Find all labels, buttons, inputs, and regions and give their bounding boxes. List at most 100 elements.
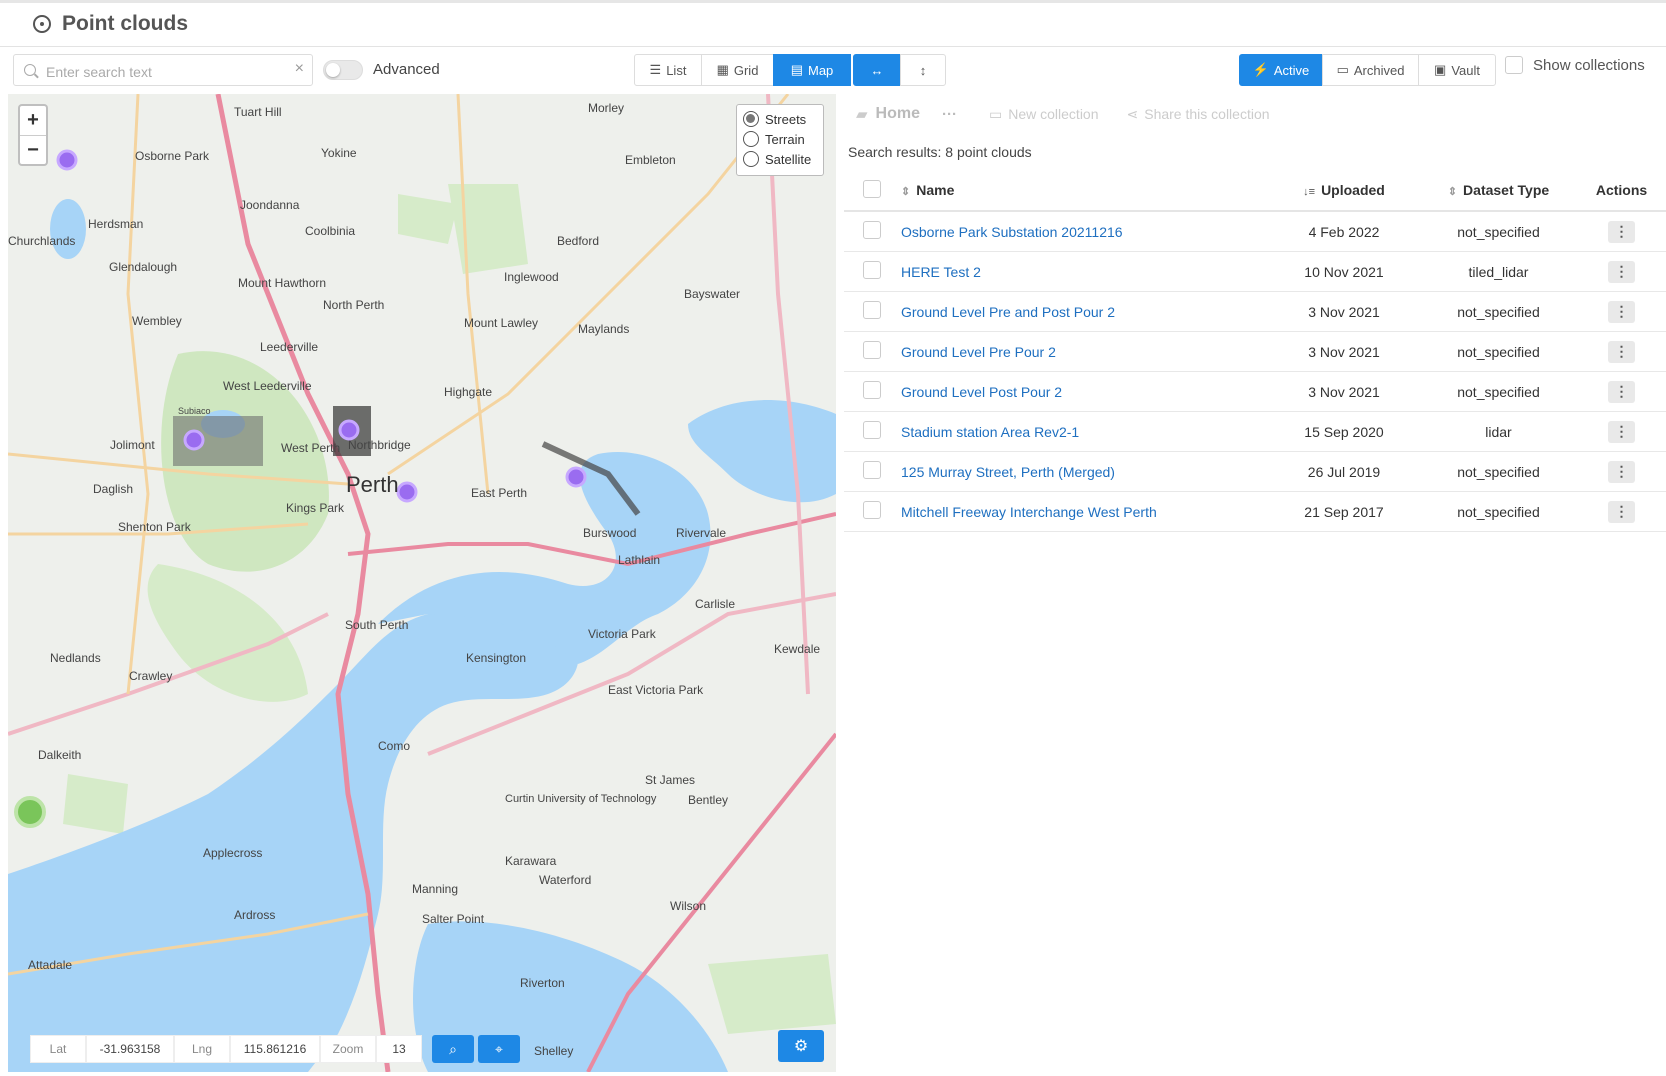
point-cloud-name-link[interactable]: Mitchell Freeway Interchange West Perth: [900, 491, 1268, 532]
row-actions-menu-button[interactable]: ⋮: [1608, 220, 1635, 243]
clear-icon[interactable]: ×: [295, 60, 304, 78]
zoom-in-button[interactable]: +: [20, 106, 46, 136]
dataset-type: not_specified: [1420, 331, 1577, 372]
map-label: Churchlands: [8, 234, 75, 248]
table-row[interactable]: Mitchell Freeway Interchange West Perth 2…: [844, 491, 1666, 532]
uploaded-header[interactable]: ↓≡ Uploaded: [1268, 170, 1420, 212]
point-cloud-marker[interactable]: [565, 466, 587, 488]
table-row[interactable]: HERE Test 2 10 Nov 2021 tiled_lidar ⋮: [844, 251, 1666, 292]
dataset-type: not_specified: [1420, 211, 1577, 252]
actions-cell: ⋮: [1577, 331, 1666, 372]
table-row[interactable]: 125 Murray Street, Perth (Merged) 26 Jul …: [844, 451, 1666, 492]
lake: [50, 199, 86, 259]
row-actions-menu-button[interactable]: ⋮: [1608, 260, 1635, 283]
row-select-cell: [844, 291, 900, 332]
map-locate-button[interactable]: ⌖: [478, 1035, 520, 1063]
sort-icon: ⇕: [1447, 186, 1458, 198]
map-label: Kewdale: [774, 642, 820, 656]
map-search-button[interactable]: ⌕: [432, 1035, 474, 1063]
arrows-vertical-icon: ↕: [919, 62, 927, 78]
search-box[interactable]: ×: [13, 54, 313, 86]
lat-value[interactable]: -31.963158: [86, 1035, 174, 1063]
home-link[interactable]: Home: [876, 105, 920, 123]
row-actions-menu-button[interactable]: ⋮: [1608, 500, 1635, 523]
show-collections-checkbox[interactable]: [1505, 56, 1523, 74]
zoom-out-button[interactable]: −: [20, 136, 46, 165]
archived-label: Archived: [1353, 62, 1405, 78]
table-row[interactable]: Ground Level Post Pour 23 Nov 2021 not_sp…: [844, 371, 1666, 412]
row-checkbox[interactable]: [863, 221, 881, 239]
map-settings-button[interactable]: ⚙: [778, 1030, 824, 1062]
list-view-button[interactable]: ☰ List: [634, 54, 702, 86]
share-collection-button[interactable]: ⋖ Share this collection: [1127, 106, 1270, 123]
archived-button[interactable]: ▭ Archived: [1322, 54, 1419, 86]
map-view-button[interactable]: ▤ Map: [773, 54, 851, 86]
row-checkbox[interactable]: [863, 301, 881, 319]
row-actions-menu-button[interactable]: ⋮: [1608, 380, 1635, 403]
radio-icon[interactable]: [743, 151, 759, 167]
search-input[interactable]: [44, 61, 298, 83]
point-cloud-name-link[interactable]: Osborne Park Substation 20211216: [900, 211, 1268, 252]
advanced-toggle[interactable]: [323, 60, 363, 80]
row-actions-menu-button[interactable]: ⋮: [1608, 340, 1635, 363]
map-label: Carlisle: [695, 597, 735, 611]
map-label: Rivervale: [676, 526, 726, 540]
row-actions-menu-button[interactable]: ⋮: [1608, 420, 1635, 443]
point-cloud-name-link[interactable]: Ground Level Post Pour 2: [900, 371, 1268, 412]
point-cloud-name-link[interactable]: HERE Test 2: [900, 251, 1268, 292]
map-view[interactable]: Perth Osborne Park Tuart Hill Yokine Mor…: [8, 94, 836, 1072]
show-collections[interactable]: Show collections: [1505, 56, 1645, 74]
actions-cell: ⋮: [1577, 371, 1666, 412]
row-checkbox[interactable]: [863, 461, 881, 479]
layer-label: Terrain: [765, 131, 805, 147]
vault-button[interactable]: ▣ Vault: [1418, 54, 1496, 86]
type-header[interactable]: ⇕ Dataset Type: [1420, 170, 1577, 212]
horizontal-layout-button[interactable]: ↔: [853, 54, 901, 86]
uploaded-date: 3 Nov 2021: [1268, 371, 1420, 412]
row-actions-menu-button[interactable]: ⋮: [1608, 460, 1635, 483]
table-row[interactable]: Ground Level Pre Pour 23 Nov 2021 not_spe…: [844, 331, 1666, 372]
map-label: Tuart Hill: [234, 105, 282, 119]
list-icon: ☰: [649, 62, 662, 77]
grid-view-button[interactable]: ▦ Grid: [701, 54, 774, 86]
row-checkbox[interactable]: [863, 341, 881, 359]
name-header[interactable]: ⇕ Name: [900, 170, 1268, 212]
location-marker[interactable]: [14, 796, 46, 828]
active-button[interactable]: ⚡ Active: [1239, 54, 1323, 86]
uploaded-header-label: Uploaded: [1321, 182, 1385, 198]
row-checkbox[interactable]: [863, 421, 881, 439]
point-cloud-marker[interactable]: [396, 481, 418, 503]
point-cloud-marker[interactable]: [183, 429, 205, 451]
vertical-layout-button[interactable]: ↕: [900, 54, 946, 86]
zoom-value[interactable]: 13: [376, 1035, 422, 1063]
map-label: West Perth: [281, 441, 340, 455]
row-checkbox[interactable]: [863, 261, 881, 279]
row-actions-menu-button[interactable]: ⋮: [1608, 300, 1635, 323]
table-row[interactable]: Osborne Park Substation 20211216 4 Feb 20…: [844, 211, 1666, 252]
map-label: Coolbinia: [305, 224, 355, 238]
lng-value[interactable]: 115.861216: [230, 1035, 320, 1063]
point-cloud-marker[interactable]: [338, 419, 360, 441]
point-cloud-name-link[interactable]: 125 Murray Street, Perth (Merged): [900, 451, 1268, 492]
layer-satellite[interactable]: Satellite: [743, 149, 817, 169]
type-header-label: Dataset Type: [1463, 182, 1550, 198]
point-cloud-name-link[interactable]: Ground Level Pre Pour 2: [900, 331, 1268, 372]
select-all-checkbox[interactable]: [863, 179, 881, 198]
map-label: Joondanna: [240, 198, 300, 212]
point-cloud-name-link[interactable]: Ground Level Pre and Post Pour 2: [900, 291, 1268, 332]
table-row[interactable]: Ground Level Pre and Post Pour 23 Nov 20…: [844, 291, 1666, 332]
map-label: Inglewood: [504, 270, 559, 284]
point-cloud-name-link[interactable]: Stadium station Area Rev2-1: [900, 411, 1268, 452]
layer-terrain[interactable]: Terrain: [743, 129, 817, 149]
layer-streets[interactable]: Streets: [743, 109, 817, 129]
row-checkbox[interactable]: [863, 501, 881, 519]
more-menu[interactable]: ···: [942, 106, 957, 123]
row-checkbox[interactable]: [863, 381, 881, 399]
activity-icon: ⚡: [1252, 62, 1269, 77]
table-row[interactable]: Stadium station Area Rev2-1 15 Sep 2020 li…: [844, 411, 1666, 452]
radio-icon[interactable]: [743, 131, 759, 147]
point-cloud-marker[interactable]: [56, 149, 78, 171]
new-collection-button[interactable]: ▭ New collection: [989, 106, 1099, 123]
map-canvas[interactable]: Perth Osborne Park Tuart Hill Yokine Mor…: [8, 94, 836, 1072]
radio-selected-icon[interactable]: [743, 111, 759, 127]
